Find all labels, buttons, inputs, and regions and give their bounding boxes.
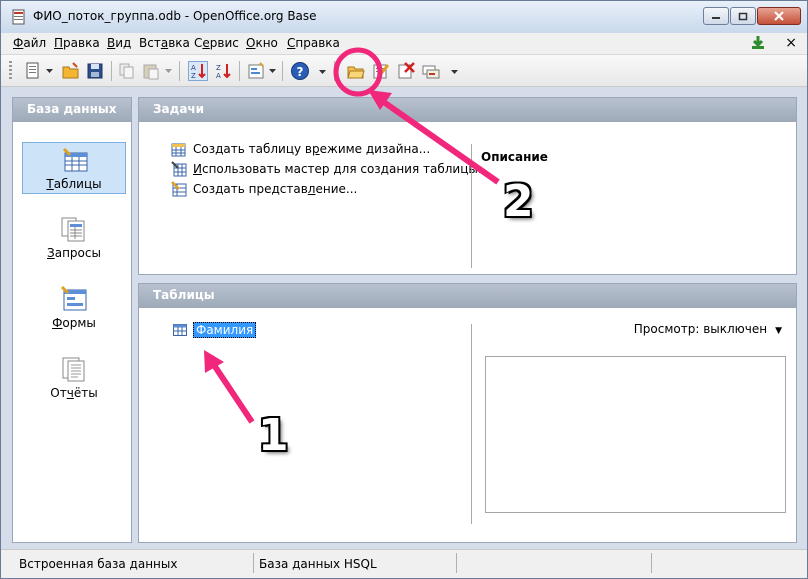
restore-icon: [738, 12, 748, 20]
tasks-divider: [471, 144, 472, 268]
tables-panel: Таблицы Фамилия Просмотр: выключен ▼: [138, 283, 797, 543]
nav-reports[interactable]: Отчёты: [22, 352, 126, 404]
standard-toolbar: A Z Z A ?: [1, 55, 807, 87]
close-icon: [774, 11, 784, 21]
svg-text:Z: Z: [191, 72, 196, 80]
edit-icon[interactable]: [371, 61, 391, 81]
task-create-table-design[interactable]: Создать таблицу в р ежиме дизайна...: [171, 140, 430, 158]
paste-icon[interactable]: [141, 61, 161, 81]
description-label: Описание: [481, 150, 548, 164]
nav-queries-label: Запросы: [47, 246, 101, 260]
form-dropdown-icon[interactable]: [269, 68, 276, 74]
menu-view[interactable]: Вид: [107, 36, 131, 50]
table-row[interactable]: Фамилия: [173, 322, 257, 338]
content-area: База данных Таблицы Запросы Формы Отчёты…: [1, 87, 807, 549]
annotation-label-2: 2: [503, 176, 534, 227]
task-table-wizard[interactable]: Использовать мастер для создания таблицы…: [171, 160, 489, 178]
table-wizard-icon: [171, 161, 187, 177]
paste-dropdown-icon[interactable]: [165, 68, 172, 74]
status-separator: [651, 553, 652, 573]
status-separator: [253, 553, 254, 573]
nav-reports-label: Отчёты: [50, 386, 98, 400]
tasks-panel: Задачи Создать таблицу в р ежиме дизайна.…: [138, 97, 797, 275]
toolbar-overflow-icon-2[interactable]: [451, 69, 458, 75]
open-database-object-icon[interactable]: [346, 61, 366, 81]
table-name[interactable]: Фамилия: [193, 322, 257, 338]
tasks-panel-header: Задачи: [139, 98, 796, 122]
svg-text:?: ?: [297, 65, 304, 79]
minimize-button[interactable]: [703, 7, 729, 25]
tables-panel-header: Таблицы: [139, 284, 796, 308]
minimize-icon: [712, 17, 720, 19]
rename-icon[interactable]: [421, 61, 441, 81]
menu-bar: Файл Правка Вид Вставка Сервис Окно Спра…: [1, 33, 807, 55]
nav-tables-label: Таблицы: [46, 177, 102, 191]
toolbar-grip[interactable]: [9, 61, 12, 81]
new-document-icon[interactable]: [23, 61, 43, 81]
copy-icon[interactable]: [117, 61, 137, 81]
close-button[interactable]: [757, 7, 801, 25]
preview-area: [485, 356, 786, 513]
app-icon: [12, 9, 25, 25]
form-design-icon[interactable]: [246, 61, 266, 81]
forms-icon: [60, 286, 87, 311]
toolbar-separator: [179, 61, 180, 81]
app-window: ФИО_поток_группа.odb - OpenOffice.org Ba…: [0, 0, 808, 579]
delete-icon[interactable]: [396, 61, 416, 81]
status-embedded-db: Встроенная база данных: [19, 557, 178, 571]
menu-file[interactable]: Файл: [13, 36, 46, 50]
nav-tables[interactable]: Таблицы: [22, 142, 126, 194]
menu-window[interactable]: Окно: [246, 36, 278, 50]
table-design-icon: [171, 143, 186, 157]
toolbar-separator: [239, 61, 240, 81]
open-folder-icon[interactable]: [61, 61, 81, 81]
document-close-icon[interactable]: ×: [785, 35, 797, 51]
chevron-down-icon: ▼: [775, 326, 782, 336]
status-bar: Встроенная база данных База данных HSQL: [1, 549, 807, 578]
database-panel-header: База данных: [13, 98, 131, 122]
annotation-label-1: 1: [258, 410, 289, 461]
menu-insert[interactable]: Вставка: [139, 36, 190, 50]
update-download-icon[interactable]: [749, 35, 767, 51]
help-icon[interactable]: ?: [290, 61, 310, 81]
tables-icon: [62, 147, 88, 172]
queries-icon: [61, 217, 85, 242]
status-separator: [456, 553, 457, 573]
sort-ascending-icon[interactable]: A Z: [188, 61, 208, 81]
save-icon[interactable]: [85, 61, 105, 81]
reports-icon: [62, 357, 85, 382]
status-db-type: База данных HSQL: [259, 557, 377, 571]
menu-tools[interactable]: Сервис: [194, 36, 239, 50]
tables-divider: [471, 324, 472, 524]
table-icon: [173, 324, 187, 336]
preview-dropdown-label: Просмотр: выключен: [633, 322, 768, 336]
database-panel: База данных Таблицы Запросы Формы Отчёты: [12, 97, 132, 543]
toolbar-separator: [111, 61, 112, 81]
preview-dropdown[interactable]: Просмотр: выключен ▼: [634, 322, 782, 336]
window-title: ФИО_поток_группа.odb - OpenOffice.org Ba…: [33, 9, 317, 23]
menu-help[interactable]: Справка: [287, 36, 340, 50]
nav-forms-label: Формы: [52, 316, 96, 330]
svg-text:A: A: [216, 72, 221, 80]
task-create-view[interactable]: Создать представ л ение...: [171, 180, 357, 198]
nav-forms[interactable]: Формы: [22, 282, 126, 334]
sort-descending-icon[interactable]: Z A: [213, 61, 233, 81]
toolbar-overflow-icon[interactable]: [319, 69, 326, 75]
title-bar: ФИО_поток_группа.odb - OpenOffice.org Ba…: [1, 1, 807, 33]
svg-text:A: A: [191, 64, 196, 72]
menu-edit[interactable]: Правка: [54, 36, 100, 50]
toolbar-separator: [282, 61, 283, 81]
create-view-icon: [171, 181, 187, 197]
nav-queries[interactable]: Запросы: [22, 212, 126, 264]
svg-text:Z: Z: [216, 64, 221, 72]
maximize-button[interactable]: [730, 7, 756, 25]
new-dropdown-icon[interactable]: [46, 68, 53, 74]
toolbar-separator: [334, 61, 335, 81]
